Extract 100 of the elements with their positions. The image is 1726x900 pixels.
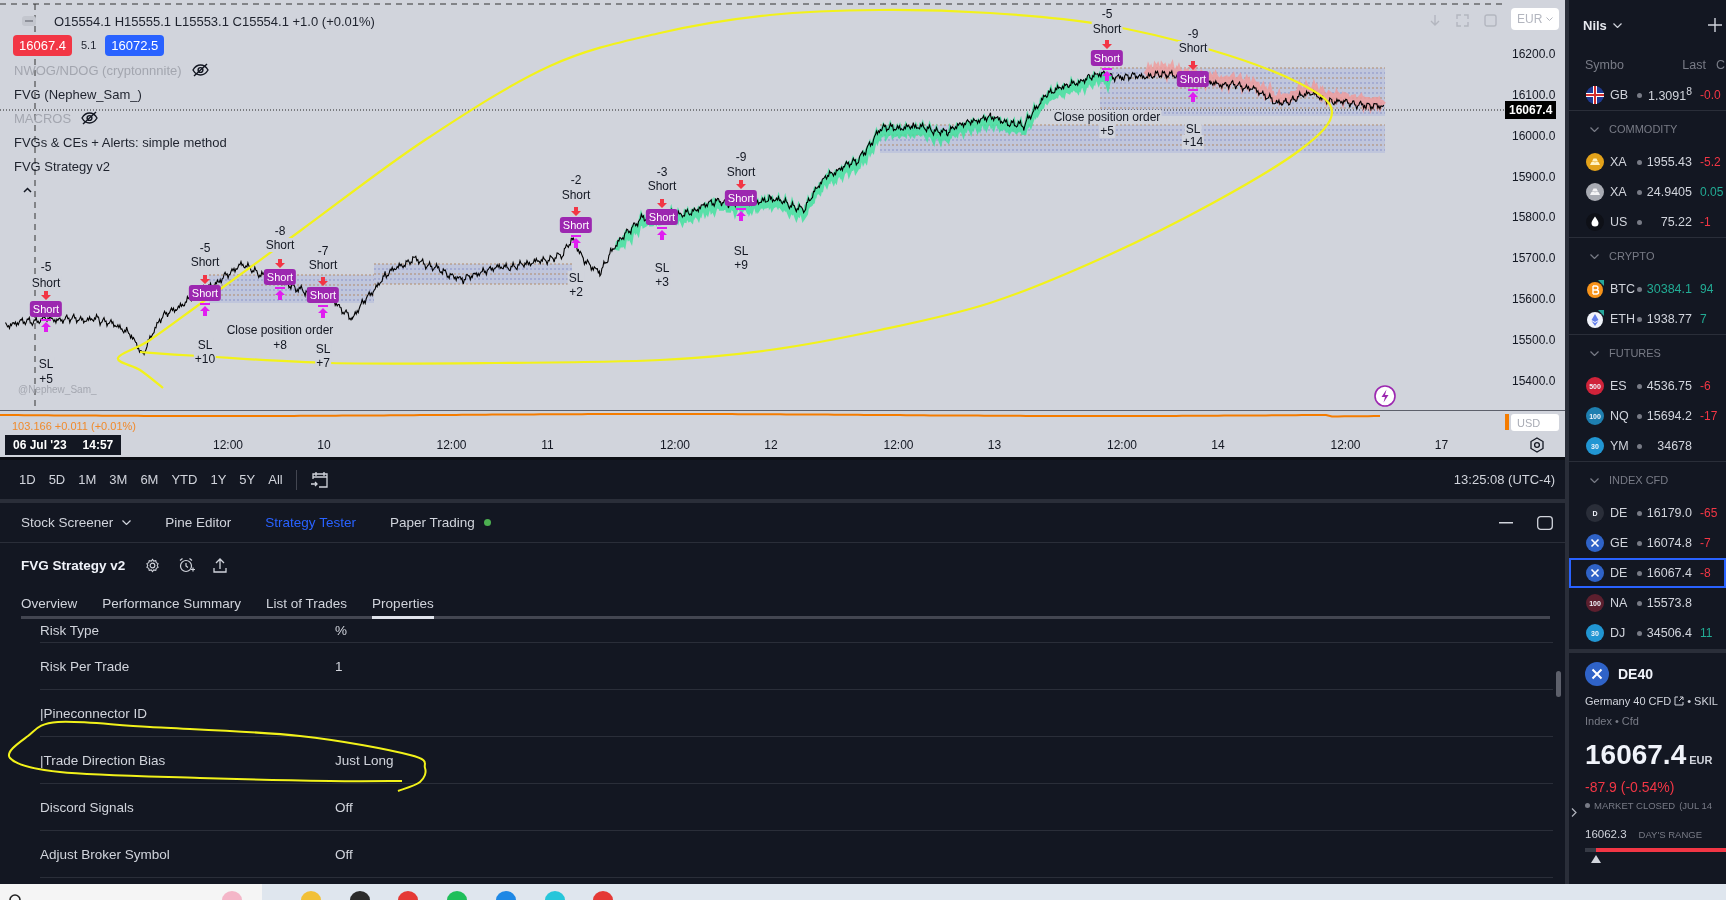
chevron-icon[interactable] <box>1590 350 1599 356</box>
range-button[interactable]: All <box>262 468 289 491</box>
symbol-ticker: DE <box>1610 506 1629 520</box>
add-icon[interactable] <box>1708 18 1722 32</box>
status-dot-icon <box>1637 286 1642 292</box>
crosshair-time-label: 06 Jul '23 14:57 <box>5 435 122 455</box>
range-button[interactable]: 1M <box>72 468 103 491</box>
price-axis-label: 15800.0 <box>1512 210 1556 225</box>
range-button[interactable]: 1D <box>13 468 42 491</box>
chevron-right-icon[interactable] <box>1571 808 1577 817</box>
last-price: 34678 <box>1656 439 1692 453</box>
watchlist-row[interactable]: BTC 30384.1 94 <box>1569 274 1726 304</box>
section-title[interactable]: CRYPTO <box>1609 250 1655 262</box>
section-title[interactable]: INDEX CFD <box>1609 474 1669 486</box>
price-change: -0.0 <box>1700 88 1721 102</box>
maximize-icon[interactable] <box>1537 515 1553 530</box>
upload-icon[interactable] <box>213 558 228 573</box>
symbol-ticker: NQ <box>1610 409 1630 423</box>
range-title: DAY'S RANGE <box>1638 828 1702 840</box>
watchlist-row[interactable]: US 75.22 -1 <box>1569 207 1726 237</box>
chevron-icon[interactable] <box>1590 477 1599 483</box>
range-button[interactable]: 3M <box>103 468 134 491</box>
watchlist-row[interactable]: XA 24.9405 0.05 <box>1569 177 1726 207</box>
time-axis-label: 13 <box>987 438 1002 452</box>
chevron-icon[interactable] <box>1590 126 1599 132</box>
price-change: -1 <box>1700 215 1711 229</box>
section-title[interactable]: FUTURES <box>1609 347 1661 359</box>
range-button[interactable]: 1Y <box>204 468 233 491</box>
watchlist-row[interactable]: ETH 1938.77 7 <box>1569 304 1726 334</box>
last-price: 1938.77 <box>1645 312 1692 326</box>
alarm-clock-icon[interactable] <box>178 557 196 574</box>
last-price: 34506.4 <box>1645 626 1692 640</box>
symbol-ticker: ETH <box>1610 312 1636 326</box>
timezone-button[interactable]: 13:25:08 (UTC-4) <box>1453 472 1555 487</box>
time-axis-label: 12 <box>764 438 778 452</box>
price-change: 94 <box>1700 282 1714 296</box>
last-price: 4536.75 <box>1645 379 1692 393</box>
watchlist-title[interactable]: Nils <box>1583 17 1607 33</box>
watchlist-row[interactable]: DE 16067.4 -8 <box>1569 558 1726 588</box>
panel-tab[interactable]: Strategy Tester <box>265 515 356 530</box>
range-button[interactable]: YTD <box>165 468 204 491</box>
status-dot-icon <box>483 519 491 526</box>
indicator-legend: 103.166 +0.011 (+0.01%) <box>12 420 136 432</box>
time-axis-label: 14 <box>1211 438 1225 452</box>
price-axis-label: 15600.0 <box>1512 292 1556 307</box>
panel-tab[interactable]: Paper Trading <box>389 515 491 530</box>
property-name: |Pineconnector ID <box>40 705 149 721</box>
watchlist-row[interactable]: XA 1955.43 -5.2 <box>1569 147 1726 177</box>
column-header[interactable]: C <box>1716 58 1726 72</box>
range-button[interactable]: 5Y <box>233 468 262 491</box>
market-status: MARKET CLOSED <box>1594 799 1676 811</box>
status-dot-icon <box>1637 630 1642 636</box>
panel-tab[interactable]: Pine Editor <box>165 515 232 530</box>
price-change: -7 <box>1700 536 1711 550</box>
watchlist-row[interactable]: GE 16074.8 -7 <box>1569 528 1726 558</box>
status-dot-icon <box>1637 510 1642 516</box>
column-header[interactable]: Symbo <box>1585 58 1655 72</box>
report-tab[interactable]: Overview <box>21 588 78 616</box>
settings-icon[interactable] <box>1529 437 1545 453</box>
last-price: 1955.43 <box>1645 155 1692 169</box>
price-change: -6 <box>1700 379 1711 393</box>
status-dot-icon <box>1637 383 1642 389</box>
panel-tab[interactable]: Stock Screener <box>21 515 132 530</box>
range-button[interactable]: 5D <box>42 468 72 491</box>
range-button[interactable]: 6M <box>134 468 165 491</box>
last-price: 24.9405 <box>1645 185 1692 199</box>
search-icon[interactable] <box>8 892 22 900</box>
report-tab[interactable]: Properties <box>372 588 434 619</box>
minimize-icon[interactable] <box>1499 521 1513 524</box>
last-price: 16179.0 <box>1645 506 1692 520</box>
symbol-ticker: YM <box>1610 439 1630 453</box>
last-price: 15694.2 <box>1645 409 1692 423</box>
section-title[interactable]: COMMODITY <box>1609 123 1678 135</box>
flag-icon <box>1586 86 1604 104</box>
watchlist-row[interactable]: GB 1.3091$^{8}$ -0.0 <box>1569 80 1726 110</box>
column-header[interactable]: Last <box>1655 58 1706 72</box>
report-tab[interactable]: Performance Summary <box>102 588 242 616</box>
range-low: 16062.3 <box>1585 828 1627 840</box>
last-price: 75.22 <box>1659 215 1692 229</box>
last-price-label: 16067.4 <box>1505 101 1557 119</box>
time-axis-label: 10 <box>317 438 331 452</box>
calendar-icon[interactable] <box>309 470 329 489</box>
scrollbar-thumb[interactable] <box>1556 671 1561 697</box>
daily-change: -87.9 (-0.54%) <box>1585 778 1676 797</box>
instrument-name[interactable]: Germany 40 CFD <box>1585 695 1672 707</box>
current-price: 16067.4 <box>1585 739 1687 771</box>
property-name: Risk Per Trade <box>40 658 131 674</box>
app-icon[interactable] <box>349 891 370 900</box>
bullion-icon <box>1586 183 1604 201</box>
last-price: 16074.8 <box>1645 536 1692 550</box>
property-name: Discord Signals <box>40 799 135 815</box>
status-dot-icon <box>1637 600 1642 606</box>
last-price: 15573.8 <box>1645 596 1692 610</box>
external-link-icon[interactable] <box>1674 696 1685 706</box>
time-axis-label: 12:00 <box>213 438 243 452</box>
market-status-note: (JUL 14 <box>1679 799 1713 811</box>
last-price: 1.3091$^{8}$ <box>1646 86 1692 104</box>
symbol-ticker: BTC <box>1610 282 1636 296</box>
chevron-icon[interactable] <box>1590 253 1599 259</box>
report-tab[interactable]: List of Trades <box>266 588 348 616</box>
